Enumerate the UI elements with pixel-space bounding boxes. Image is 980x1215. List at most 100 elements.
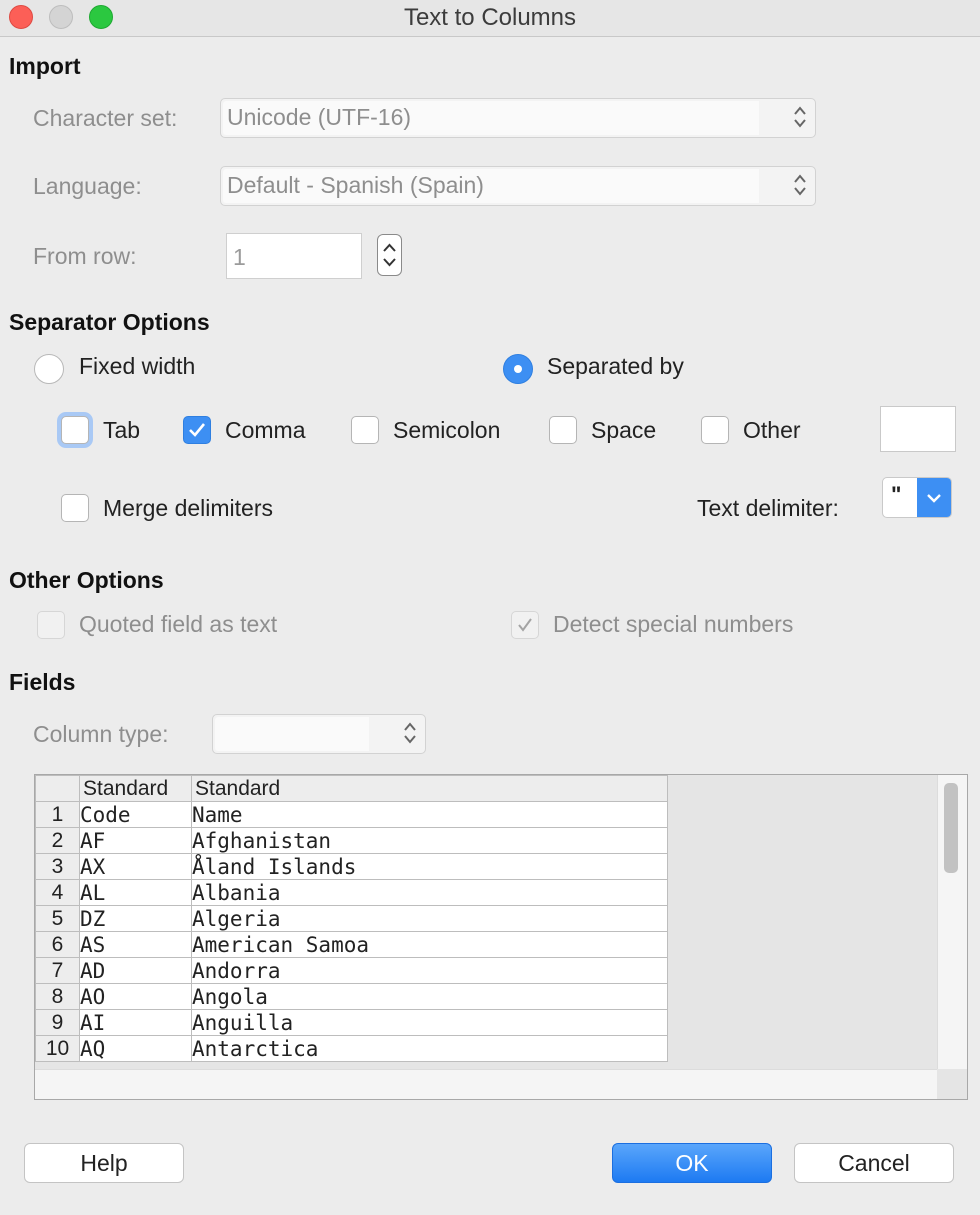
cell: Angola xyxy=(191,983,668,1010)
updown-chevron-icon xyxy=(403,719,417,747)
cell: Code xyxy=(79,801,192,828)
row-number: 3 xyxy=(35,853,80,880)
cell: Name xyxy=(191,801,668,828)
cell: AO xyxy=(79,983,192,1010)
table-row: 4 AL Albania xyxy=(35,879,668,906)
cell: DZ xyxy=(79,905,192,932)
table-row: 10 AQ Antarctica xyxy=(35,1035,668,1062)
comma-label[interactable]: Comma xyxy=(225,417,306,444)
detect-special-label[interactable]: Detect special numbers xyxy=(553,611,793,638)
cell: AD xyxy=(79,957,192,984)
column-header[interactable]: Standard xyxy=(79,775,192,802)
separator-options-heading: Separator Options xyxy=(9,309,210,335)
quoted-field-checkbox[interactable] xyxy=(37,611,65,639)
horizontal-scrollbar[interactable] xyxy=(35,1069,937,1099)
column-type-select[interactable] xyxy=(212,714,426,754)
cell: AL xyxy=(79,879,192,906)
language-label: Language: xyxy=(33,173,142,199)
column-type-label: Column type: xyxy=(33,721,169,747)
semicolon-checkbox[interactable] xyxy=(351,416,379,444)
charset-value: Unicode (UTF-16) xyxy=(227,104,412,130)
cell: Antarctica xyxy=(191,1035,668,1062)
window-title: Text to Columns xyxy=(403,4,577,31)
space-checkbox[interactable] xyxy=(549,416,577,444)
help-button[interactable]: Help xyxy=(24,1143,184,1183)
fixed-width-label[interactable]: Fixed width xyxy=(79,353,195,380)
language-select[interactable]: Default - Spanish (Spain) xyxy=(220,166,816,206)
fields-preview[interactable]: Standard Standard 1 Code Name 2 AF Afghanist… xyxy=(34,774,968,1100)
cancel-button[interactable]: Cancel xyxy=(794,1143,954,1183)
cell: Algeria xyxy=(191,905,668,932)
from-row-label: From row: xyxy=(33,243,137,269)
table-row: 7 AD Andorra xyxy=(35,957,668,984)
fields-heading: Fields xyxy=(9,669,76,695)
table-row: 5 DZ Algeria xyxy=(35,905,668,932)
cell: AX xyxy=(79,853,192,880)
table-row: 6 AS American Samoa xyxy=(35,931,668,958)
other-checkbox[interactable] xyxy=(701,416,729,444)
from-row-input[interactable]: 1 xyxy=(226,233,362,279)
row-number: 2 xyxy=(35,827,80,854)
cell: American Samoa xyxy=(191,931,668,958)
table-row: 1 Code Name xyxy=(35,801,668,828)
text-delimiter-label: Text delimiter: xyxy=(697,495,839,521)
tab-label[interactable]: Tab xyxy=(103,417,140,444)
chevron-down-icon xyxy=(917,478,951,517)
grid-corner xyxy=(35,775,80,802)
merge-delimiters-label[interactable]: Merge delimiters xyxy=(103,495,273,522)
other-options-heading: Other Options xyxy=(9,567,164,593)
comma-checkbox[interactable] xyxy=(183,416,211,444)
row-number: 4 xyxy=(35,879,80,906)
separated-by-label[interactable]: Separated by xyxy=(547,353,684,380)
row-number: 1 xyxy=(35,801,80,828)
other-label[interactable]: Other xyxy=(743,417,801,444)
row-number: 6 xyxy=(35,931,80,958)
cell: AI xyxy=(79,1009,192,1036)
cell: AQ xyxy=(79,1035,192,1062)
from-row-stepper[interactable] xyxy=(377,234,402,276)
table-row: 9 AI Anguilla xyxy=(35,1009,668,1036)
scrollbar-thumb[interactable] xyxy=(944,783,958,873)
other-separator-input[interactable] xyxy=(880,406,956,452)
cell: Andorra xyxy=(191,957,668,984)
text-delimiter-select[interactable]: " xyxy=(882,477,952,518)
row-number: 9 xyxy=(35,1009,80,1036)
cell: AF xyxy=(79,827,192,854)
cell: AS xyxy=(79,931,192,958)
table-row: 8 AO Angola xyxy=(35,983,668,1010)
row-number: 8 xyxy=(35,983,80,1010)
column-header[interactable]: Standard xyxy=(191,775,668,802)
cell: Anguilla xyxy=(191,1009,668,1036)
row-number: 7 xyxy=(35,957,80,984)
cell: Albania xyxy=(191,879,668,906)
row-number: 10 xyxy=(35,1035,80,1062)
updown-chevron-icon xyxy=(793,103,807,131)
ok-button[interactable]: OK xyxy=(612,1143,772,1183)
table-row: 3 AX Åland Islands xyxy=(35,853,668,880)
row-number: 5 xyxy=(35,905,80,932)
detect-special-checkbox[interactable] xyxy=(511,611,539,639)
cell: Åland Islands xyxy=(191,853,668,880)
tab-checkbox[interactable] xyxy=(61,416,89,444)
vertical-scrollbar[interactable] xyxy=(937,775,967,1069)
fixed-width-radio[interactable] xyxy=(34,354,64,384)
preview-grid: Standard Standard 1 Code Name 2 AF Afghanist… xyxy=(35,775,668,1062)
checkmark-icon xyxy=(189,423,206,437)
language-value: Default - Spanish (Spain) xyxy=(227,172,484,198)
charset-label: Character set: xyxy=(33,105,178,131)
merge-delimiters-checkbox[interactable] xyxy=(61,494,89,522)
title-bar: Text to Columns xyxy=(0,0,980,37)
quoted-field-label[interactable]: Quoted field as text xyxy=(79,611,277,638)
semicolon-label[interactable]: Semicolon xyxy=(393,417,500,444)
text-delimiter-value: " xyxy=(891,482,902,507)
charset-select[interactable]: Unicode (UTF-16) xyxy=(220,98,816,138)
table-row: 2 AF Afghanistan xyxy=(35,827,668,854)
separated-by-radio[interactable] xyxy=(503,354,533,384)
updown-chevron-icon xyxy=(383,243,396,267)
from-row-value: 1 xyxy=(233,244,246,270)
checkmark-icon xyxy=(518,618,532,632)
import-heading: Import xyxy=(9,53,81,79)
cell: Afghanistan xyxy=(191,827,668,854)
updown-chevron-icon xyxy=(793,171,807,199)
space-label[interactable]: Space xyxy=(591,417,656,444)
